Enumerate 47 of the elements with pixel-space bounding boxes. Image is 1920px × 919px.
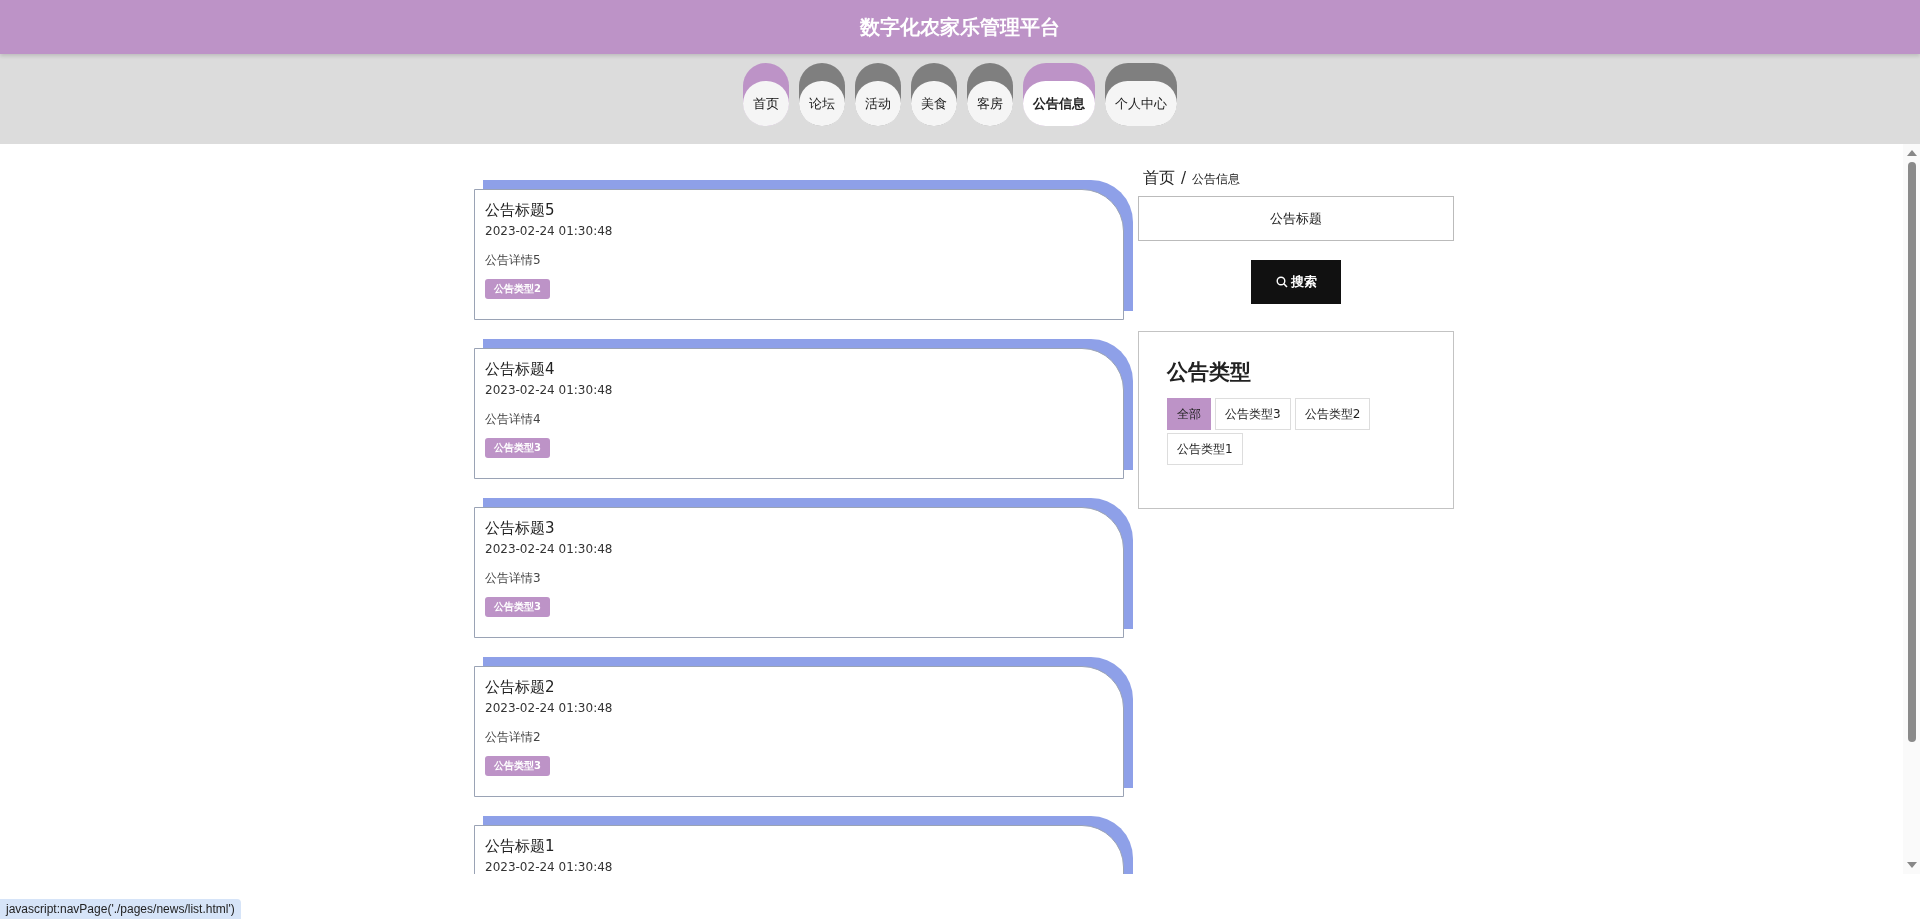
notice-time: 2023-02-24 01:30:48 <box>485 860 614 874</box>
notice-type-tag: 公告类型3 <box>485 756 550 776</box>
notice-title: 公告标题3 <box>485 518 556 538</box>
site-title: 数字化农家乐管理平台 <box>860 13 1060 41</box>
notice-title: 公告标题2 <box>485 677 556 697</box>
notice-card[interactable]: 公告标题1 2023-02-24 01:30:48 <box>474 825 1124 874</box>
scroll-thumb[interactable] <box>1907 162 1916 742</box>
notice-card[interactable]: 公告标题2 2023-02-24 01:30:48 公告详情2 公告类型3 <box>474 666 1124 797</box>
breadcrumb-home[interactable]: 首页 <box>1143 168 1175 189</box>
nav-tab[interactable]: 美食 <box>911 63 957 126</box>
breadcrumb-separator: / <box>1181 169 1187 187</box>
notice-title: 公告标题1 <box>485 836 556 856</box>
notice-type-tag: 公告类型3 <box>485 438 550 458</box>
notice-type-tag: 公告类型2 <box>485 279 550 299</box>
notice-detail: 公告详情5 <box>485 252 542 269</box>
scroll-down-icon[interactable] <box>1906 862 1917 868</box>
type-filter[interactable]: 公告类型3 <box>1215 398 1291 430</box>
notice-card[interactable]: 公告标题4 2023-02-24 01:30:48 公告详情4 公告类型3 <box>474 348 1124 479</box>
notice-title: 公告标题5 <box>485 200 556 220</box>
breadcrumb-current: 公告信息 <box>1192 171 1241 188</box>
nav-tab[interactable]: 公告信息 <box>1023 63 1095 126</box>
notice-card[interactable]: 公告标题5 2023-02-24 01:30:48 公告详情5 公告类型2 <box>474 189 1124 320</box>
nav-tab[interactable]: 个人中心 <box>1105 63 1177 126</box>
type-filter[interactable]: 全部 <box>1167 398 1211 430</box>
type-heading: 公告类型 <box>1167 359 1252 386</box>
nav-tab[interactable]: 客房 <box>967 63 1013 126</box>
notice-card[interactable]: 公告标题3 2023-02-24 01:30:48 公告详情3 公告类型3 <box>474 507 1124 638</box>
scrollbar[interactable] <box>1903 144 1920 874</box>
scroll-up-icon[interactable] <box>1906 150 1917 156</box>
notice-title: 公告标题4 <box>485 359 556 379</box>
nav-tab[interactable]: 论坛 <box>799 63 845 126</box>
notice-detail: 公告详情3 <box>485 570 542 587</box>
notice-detail: 公告详情4 <box>485 411 542 428</box>
search-field[interactable]: 公告标题 <box>1138 196 1454 241</box>
notice-time: 2023-02-24 01:30:48 <box>485 224 614 238</box>
nav-tab[interactable]: 活动 <box>855 63 901 126</box>
notice-time: 2023-02-24 01:30:48 <box>485 701 614 715</box>
status-url: javascript:navPage('./pages/news/list.html') <box>0 899 241 919</box>
nav-tab[interactable]: 首页 <box>743 63 789 126</box>
type-filter[interactable]: 公告类型2 <box>1294 398 1371 430</box>
type-filter[interactable]: 公告类型1 <box>1167 433 1243 465</box>
notice-type-tag: 公告类型3 <box>485 597 550 617</box>
notice-detail: 公告详情2 <box>485 729 542 746</box>
notice-time: 2023-02-24 01:30:48 <box>485 383 614 397</box>
search-button[interactable]: 搜索 <box>1251 260 1341 304</box>
notice-time: 2023-02-24 01:30:48 <box>485 542 614 556</box>
search-icon <box>1275 276 1288 288</box>
